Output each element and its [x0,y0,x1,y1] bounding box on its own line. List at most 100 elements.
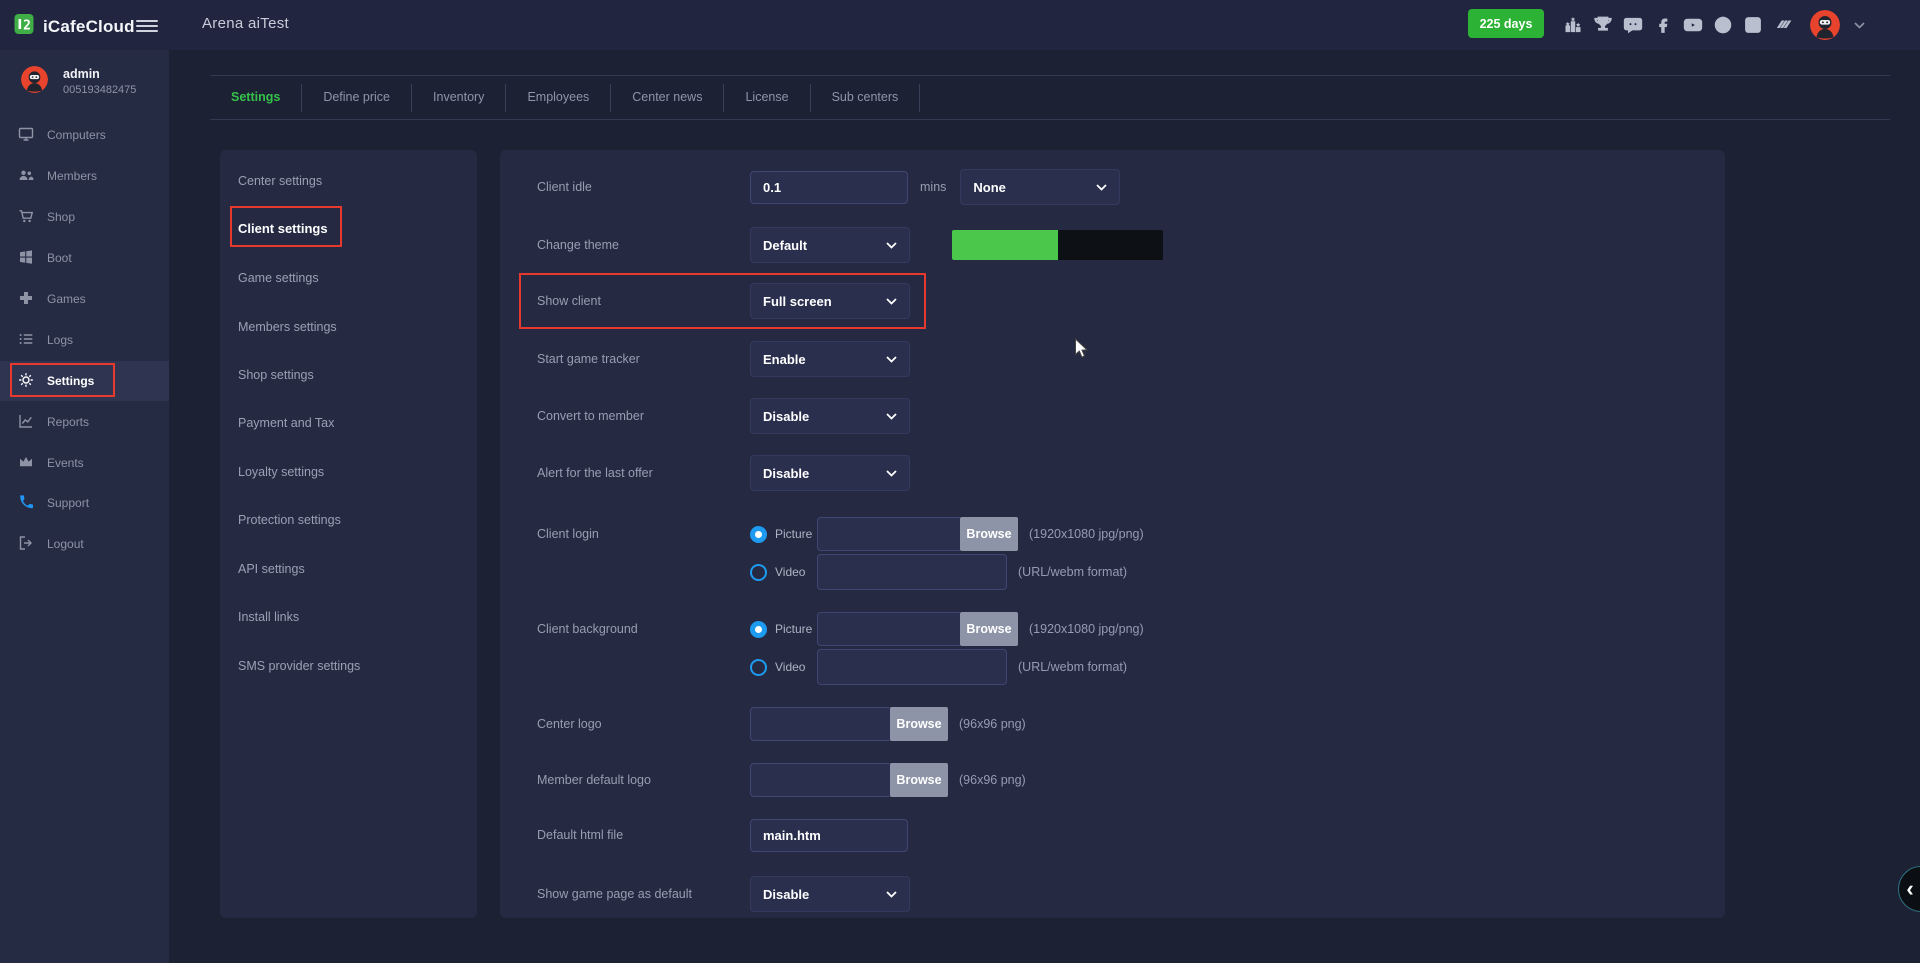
sidebar-item-support[interactable]: Support [0,483,169,523]
chevron-down-icon [886,298,897,305]
sidebar-item-shop[interactable]: Shop [0,197,169,237]
alert-last-offer-select[interactable]: Disable [750,455,910,491]
row-client-login: Client login Picture Browse (1920x1080 j… [537,516,1700,590]
change-theme-select[interactable]: Default [750,227,910,263]
nav-item-shop-settings[interactable]: Shop settings [220,355,477,395]
nav-item-center-settings[interactable]: Center settings [220,161,477,201]
globe-icon[interactable] [1712,15,1733,36]
start-game-tracker-select[interactable]: Enable [750,341,910,377]
video-format-hint: (URL/webm format) [1018,565,1127,579]
client-settings-form: Client idle mins None Change theme Defau… [500,150,1725,918]
sidebar-item-label: Shop [47,210,75,224]
sidebar-item-boot[interactable]: Boot [0,238,169,278]
client-login-picture-radio[interactable] [750,526,767,543]
client-login-video-input[interactable] [817,554,1007,590]
tab-sub-centers[interactable]: Sub centers [811,76,920,119]
sidebar-item-games[interactable]: Games [0,279,169,319]
tab-employees[interactable]: Employees [506,76,610,119]
show-client-select[interactable]: Full screen [750,283,910,319]
license-days-badge[interactable]: 225 days [1468,9,1544,38]
icafe-pay-icon[interactable] [1742,15,1763,36]
video-option-label: Video [775,660,817,674]
member-default-logo-input[interactable] [750,763,890,797]
nav-item-payment-and-tax[interactable]: Payment and Tax [220,403,477,443]
sidebar-item-settings[interactable]: Settings [0,361,169,401]
chevron-down-icon [886,356,897,363]
avatar-chevron-down-icon[interactable] [1854,22,1865,29]
client-background-picture-radio[interactable] [750,621,767,638]
leaderboard-icon[interactable] [1562,15,1583,36]
collapse-panel-button[interactable]: ‹ [1898,866,1920,912]
nav-item-loyalty-settings[interactable]: Loyalty settings [220,452,477,492]
client-login-video-radio[interactable] [750,564,767,581]
tab-define-price[interactable]: Define price [302,76,411,119]
nav-item-sms-provider-settings[interactable]: SMS provider settings [220,646,477,686]
sidebar-item-logout[interactable]: Logout [0,524,169,564]
client-idle-action-select[interactable]: None [960,169,1120,205]
user-avatar[interactable] [1810,10,1840,40]
client-background-picture-line: Picture Browse (1920x1080 jpg/png) [750,611,1144,647]
client-background-video-radio[interactable] [750,659,767,676]
client-login-picture-input[interactable] [817,517,960,551]
nav-item-game-settings[interactable]: Game settings [220,258,477,298]
row-member-default-logo: Member default logo Browse (96x96 png) [537,762,1700,798]
phone-icon [18,494,34,513]
picture-format-hint: (1920x1080 jpg/png) [1029,622,1144,636]
sidebar-item-logs[interactable]: Logs [0,320,169,360]
sidebar-item-label: Logs [47,333,73,347]
youtube-icon[interactable] [1682,15,1703,36]
center-logo-browse-button[interactable]: Browse [890,707,948,741]
topbar: 2 iCafeCloud Arena aiTest 225 days [0,0,1920,50]
sidebar-item-reports[interactable]: Reports [0,402,169,442]
svg-text:2: 2 [23,19,31,34]
tab-center-news[interactable]: Center news [611,76,723,119]
select-value: Disable [763,409,809,424]
hamburger-menu-icon[interactable] [136,17,158,35]
nav-item-members-settings[interactable]: Members settings [220,307,477,347]
show-game-page-select[interactable]: Disable [750,876,910,912]
center-logo-input[interactable] [750,707,890,741]
client-idle-input[interactable] [750,171,908,204]
discord-icon[interactable] [1622,15,1643,36]
client-background-picture-input[interactable] [817,612,960,646]
profile-name: admin [63,67,100,81]
center-tabbar: Settings Define price Inventory Employee… [210,75,1890,120]
monitor-icon [18,126,34,145]
sidebar-item-label: Games [47,292,86,306]
row-start-game-tracker: Start game tracker Enable [537,341,1700,377]
row-default-html-file: Default html file [537,817,1700,853]
member-default-logo-browse-button[interactable]: Browse [890,763,948,797]
sidebar-item-computers[interactable]: Computers [0,115,169,155]
client-background-video-input[interactable] [817,649,1007,685]
client-background-picture-browse-button[interactable]: Browse [960,612,1018,646]
select-value: Default [763,238,807,253]
row-client-idle: Client idle mins None [537,169,1700,205]
convert-to-member-select[interactable]: Disable [750,398,910,434]
nav-item-api-settings[interactable]: API settings [220,549,477,589]
theme-color-preview [952,230,1163,260]
tab-settings[interactable]: Settings [210,76,301,119]
picture-format-hint: (1920x1080 jpg/png) [1029,527,1144,541]
app-logo[interactable]: 2 iCafeCloud [12,12,135,41]
chevron-down-icon [886,413,897,420]
row-alert-last-offer: Alert for the last offer Disable [537,455,1700,491]
nav-item-install-links[interactable]: Install links [220,597,477,637]
profile-block[interactable]: admin 005193482475 [0,62,169,110]
sidebar-item-members[interactable]: Members [0,156,169,196]
theme-green-swatch [952,230,1058,260]
tab-inventory[interactable]: Inventory [412,76,505,119]
default-html-file-input[interactable] [750,819,908,852]
trophy-icon[interactable] [1592,15,1613,36]
tab-license[interactable]: License [724,76,809,119]
client-login-video-line: Video (URL/webm format) [750,554,1144,590]
nav-item-protection-settings[interactable]: Protection settings [220,500,477,540]
nav-item-client-settings[interactable]: Client settings [220,209,477,249]
chevron-down-icon [886,242,897,249]
icafecloud-logo-icon: 2 [12,12,36,41]
sidebar-item-events[interactable]: Events [0,443,169,483]
facebook-icon[interactable] [1652,15,1673,36]
client-login-picture-browse-button[interactable]: Browse [960,517,1018,551]
icafe-menu-icon[interactable] [1772,15,1793,36]
profile-id: 005193482475 [63,84,136,96]
sidebar-item-label: Members [47,169,97,183]
